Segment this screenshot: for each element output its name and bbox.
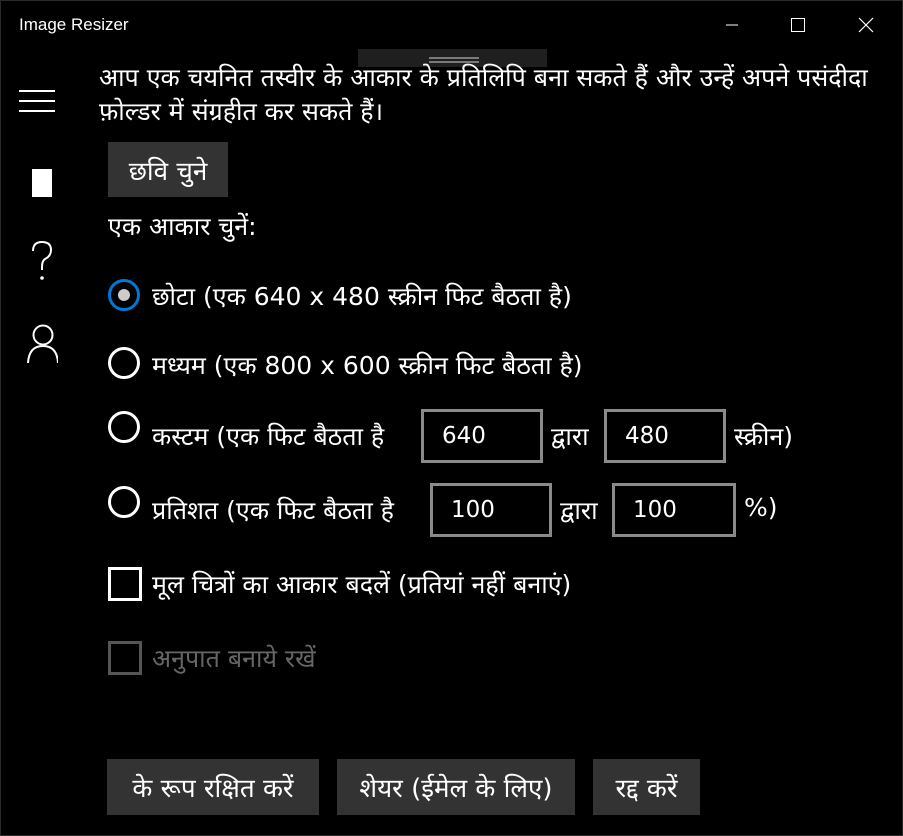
percent-suffix-label: %) <box>744 493 778 522</box>
custom-height-input[interactable]: 480 <box>604 409 726 463</box>
share-email-button[interactable]: शेयर (ईमेल के लिए) <box>337 759 575 815</box>
medium-size-label[interactable]: मध्यम (एक 800 x 600 स्क्रीन फिट बैठता है… <box>152 348 583 382</box>
custom-size-label[interactable]: कस्टम (एक फिट बैठता है <box>152 419 384 453</box>
resize-originals-checkbox[interactable] <box>108 567 142 601</box>
user-icon <box>27 324 58 364</box>
small-size-label[interactable]: छोटा (एक 640 x 480 स्क्रीन फिट बैठता है) <box>152 279 572 313</box>
app-title: Image Resizer <box>19 15 129 34</box>
custom-size-radio[interactable] <box>108 411 140 443</box>
close-icon <box>858 17 874 33</box>
app-window: Image Resizer आप एक चयनित तस्वीर के आकार… <box>0 0 903 836</box>
nav-item-help[interactable] <box>18 230 88 290</box>
nav-item-account[interactable] <box>18 313 88 373</box>
help-icon <box>32 240 53 280</box>
select-image-button[interactable]: छवि चुने <box>108 142 228 197</box>
percent-height-input[interactable]: 100 <box>612 483 736 537</box>
small-size-radio[interactable] <box>108 279 140 311</box>
title-bar[interactable]: Image Resizer <box>1 1 902 49</box>
maximize-icon <box>791 18 805 32</box>
keep-ratio-checkbox <box>108 641 142 675</box>
percent-size-label[interactable]: प्रतिशत (एक फिट बैठता है <box>152 493 394 527</box>
drag-handle-line <box>429 57 479 59</box>
description-text: आप एक चयनित तस्वीर के आकार के प्रतिलिपि … <box>99 63 868 126</box>
custom-width-input[interactable]: 640 <box>421 409 543 463</box>
hamburger-icon <box>19 90 55 112</box>
custom-by-label: द्वारा <box>551 422 589 451</box>
close-button[interactable] <box>832 1 900 49</box>
minimize-icon <box>726 24 738 26</box>
medium-size-radio[interactable] <box>108 347 140 379</box>
minimize-button[interactable] <box>698 1 766 49</box>
custom-suffix-label: स्क्रीन) <box>734 422 794 451</box>
save-as-button[interactable]: के रूप रक्षित करें <box>107 759 319 815</box>
resize-originals-label[interactable]: मूल चित्रों का आकार बदलें (प्रतियां नहीं… <box>152 567 571 601</box>
percent-by-label: द्वारा <box>560 496 598 525</box>
percent-size-radio[interactable] <box>108 486 140 518</box>
document-icon <box>32 169 56 197</box>
nav-item-image[interactable] <box>18 147 88 207</box>
maximize-button[interactable] <box>764 1 832 49</box>
keep-ratio-label: अनुपात बनाये रखें <box>152 644 316 673</box>
cancel-button[interactable]: रद्द करें <box>593 759 700 815</box>
size-prompt-label: एक आकार चुनें: <box>108 212 257 241</box>
hamburger-menu-button[interactable] <box>18 71 88 131</box>
percent-width-input[interactable]: 100 <box>430 483 552 537</box>
